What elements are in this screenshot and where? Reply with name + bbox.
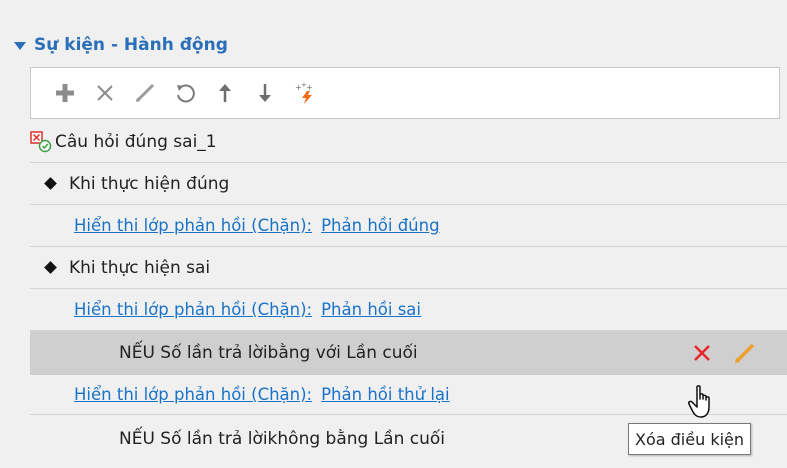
action-row-retry[interactable]: Hiển thi lớp phản hồi (Chặn): Phản hồi t… [30,375,787,415]
section-title: Sự kiện - Hành động [34,35,228,55]
hand-pointer-icon [688,385,710,418]
action-row-correct[interactable]: Hiển thi lớp phản hồi (Chặn): Phản hồi đ… [30,205,787,247]
edit-icon [135,83,155,103]
delete-button[interactable] [85,73,125,113]
add-button[interactable] [45,73,85,113]
toolbar: + + + [30,67,780,119]
action-link-correct[interactable]: Hiển thi lớp phản hồi (Chặn): [74,216,312,235]
action-link-retry[interactable]: Hiển thi lớp phản hồi (Chặn): [74,385,312,404]
action-target-correct[interactable]: Phản hồi đúng [321,216,439,235]
delete-icon [97,85,113,101]
magic-icon: + + + [295,81,313,104]
quiz-status-icon [30,130,52,152]
tree-root-row[interactable]: Câu hỏi đúng sai_1 [30,121,787,163]
edit-condition-icon[interactable] [734,342,756,364]
move-up-icon [219,84,231,102]
add-icon [56,84,74,102]
move-down-icon [259,84,271,102]
tooltip-text: Xóa điều kiện [635,429,745,449]
action-target-wrong[interactable]: Phản hồi sai [321,300,421,319]
delete-condition-icon[interactable] [692,343,712,363]
collapse-triangle-icon[interactable] [14,42,26,50]
event-diamond-icon [44,261,57,274]
move-up-button[interactable] [205,73,245,113]
action-link-wrong[interactable]: Hiển thi lớp phản hồi (Chặn): [74,300,312,319]
undo-button[interactable] [165,73,205,113]
action-row-wrong[interactable]: Hiển thi lớp phản hồi (Chặn): Phản hồi s… [30,289,787,331]
section-header[interactable]: Sự kiện - Hành động [14,32,228,58]
event-label-wrong: Khi thực hiện sai [69,257,211,278]
magic-button[interactable]: + + + [285,73,325,113]
event-row-correct[interactable]: Khi thực hiện đúng [30,163,787,205]
events-actions-panel: Sự kiện - Hành động + + + Câu hỏi đúng s… [0,0,787,468]
svg-text:+: + [306,83,313,92]
undo-icon [177,84,195,103]
condition-row-last-attempt[interactable]: NẾU Số lần trả lờibằng với Lần cuối [30,331,787,375]
edit-button[interactable] [125,73,165,113]
event-row-wrong[interactable]: Khi thực hiện sai [30,247,787,289]
move-down-button[interactable] [245,73,285,113]
tooltip-delete-condition: Xóa điều kiện [628,423,752,455]
tree-root-label: Câu hỏi đúng sai_1 [55,131,217,152]
action-target-retry[interactable]: Phản hồi thử lại [321,385,450,404]
event-diamond-icon [44,177,57,190]
condition-label-not-equal: NẾU Số lần trả lờikhông bằng Lần cuối [119,429,446,449]
event-label-correct: Khi thực hiện đúng [69,173,230,194]
condition-label-equal: NẾU Số lần trả lờibằng với Lần cuối [119,343,418,363]
